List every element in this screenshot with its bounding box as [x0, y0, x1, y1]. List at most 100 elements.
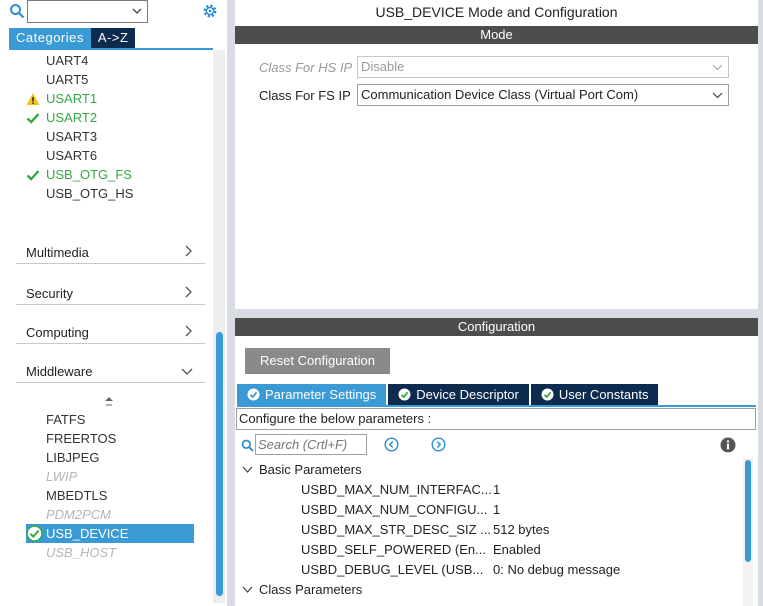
chevron-down-icon [712, 92, 723, 99]
check-circle-icon [26, 525, 43, 542]
peripheral-label: USART2 [46, 110, 98, 125]
parameter-scroll-thumb[interactable] [745, 460, 751, 562]
middleware-label: MBEDTLS [46, 488, 108, 503]
section-label: Security [26, 286, 73, 301]
check-circle-icon [247, 388, 260, 401]
mode-header: Mode [235, 26, 758, 44]
search-next-icon[interactable] [431, 437, 446, 452]
fs-class-row: Class For FS IP Communication Device Cla… [235, 84, 758, 107]
chevron-right-icon [185, 286, 192, 298]
reset-configuration-button[interactable]: Reset Configuration [245, 348, 390, 374]
middleware-label: PDM2PCM [46, 507, 112, 522]
middleware-item[interactable]: LWIP [26, 467, 194, 486]
tab-underline [237, 405, 756, 407]
middleware-label: FREERTOS [46, 431, 117, 446]
parameter-name: USBD_MAX_STR_DESC_SIZ ... [301, 522, 491, 537]
check-circle-icon [541, 388, 554, 401]
category-view-tabs: Categories A->Z [9, 28, 136, 48]
peripheral-item[interactable]: USART1 [26, 89, 133, 108]
parameter-name: USBD_MAX_NUM_INTERFAC... [301, 482, 491, 497]
group-class-parameters[interactable]: Class Parameters [235, 580, 740, 600]
parameter-value[interactable]: 1 [493, 500, 500, 520]
hs-class-label: Class For HS IP [259, 60, 353, 75]
middleware-label: LIBJPEG [46, 450, 100, 465]
hs-class-value: Disable [361, 59, 405, 74]
chevron-down-icon [712, 64, 723, 71]
peripheral-item[interactable]: USART3 [26, 127, 133, 146]
group-basic-parameters[interactable]: Basic Parameters [235, 460, 740, 480]
peripheral-search-combo[interactable] [27, 0, 148, 23]
section-label: Middleware [26, 364, 93, 379]
parameter-value[interactable]: 1 [493, 480, 500, 500]
tab-categories[interactable]: Categories [9, 28, 91, 48]
peripheral-item[interactable]: USB_OTG_HS [26, 184, 133, 203]
middleware-label: FATFS [46, 412, 86, 427]
search-previous-icon[interactable] [384, 437, 399, 452]
gear-icon[interactable] [201, 2, 219, 20]
peripheral-label: USART3 [46, 129, 98, 144]
chevron-down-icon[interactable] [131, 5, 143, 17]
check-icon [26, 113, 40, 124]
middleware-item[interactable]: USB_DEVICE [26, 524, 194, 543]
parameter-name: USBD_DEBUG_LEVEL (USB... [301, 562, 484, 577]
section-label: Multimedia [26, 245, 89, 260]
section-multimedia[interactable]: Multimedia [16, 226, 205, 264]
parameter-row[interactable]: USBD_MAX_STR_DESC_SIZ ... 512 bytes [235, 520, 740, 540]
fs-class-select[interactable]: Communication Device Class (Virtual Port… [357, 84, 729, 106]
section-computing[interactable]: Computing [16, 306, 205, 344]
section-middleware[interactable]: Middleware [16, 345, 205, 383]
parameter-row[interactable]: USBD_MAX_NUM_INTERFAC... 1 [235, 480, 740, 500]
hs-class-select[interactable]: Disable [357, 56, 729, 78]
middleware-item[interactable]: FATFS [26, 410, 194, 429]
middleware-item[interactable]: LIBJPEG [26, 448, 194, 467]
chevron-down-icon [242, 586, 253, 593]
peripheral-label: USART6 [46, 148, 98, 163]
parameter-row[interactable]: USBD_DEBUG_LEVEL (USB... 0: No debug mess… [235, 560, 740, 580]
warning-icon [26, 93, 40, 105]
parameter-name: USBD_SELF_POWERED (En... [301, 542, 486, 557]
check-circle-icon [398, 388, 411, 401]
tab-label: Parameter Settings [265, 387, 377, 402]
chevron-down-icon [242, 466, 253, 473]
parameter-value[interactable]: 512 bytes [493, 520, 549, 540]
middleware-item[interactable]: USB_HOST [26, 543, 194, 562]
peripheral-item[interactable]: USB_OTG_FS [26, 165, 133, 184]
tab-a-z[interactable]: A->Z [90, 28, 136, 48]
tab-parameter-settings[interactable]: Parameter Settings [237, 384, 387, 405]
parameter-search-input[interactable] [255, 434, 367, 455]
info-icon[interactable] [720, 437, 736, 453]
configuration-tabs: Parameter Settings Device Descriptor Use… [237, 384, 660, 405]
group-label: Basic Parameters [259, 462, 362, 477]
parameter-name: USBD_MAX_NUM_CONFIGU... [301, 502, 488, 517]
tab-user-constants[interactable]: User Constants [530, 384, 659, 405]
tab-label: Device Descriptor [416, 387, 519, 402]
peripheral-label: UART5 [46, 72, 89, 87]
peripheral-list: UART4 UART5 USART1 USART2 USART3 USART6 USB_OT… [26, 51, 133, 203]
middleware-item[interactable]: MBEDTLS [26, 486, 194, 505]
peripheral-item[interactable]: UART4 [26, 51, 133, 70]
tab-device-descriptor[interactable]: Device Descriptor [388, 384, 529, 405]
peripheral-item[interactable]: USART6 [26, 146, 133, 165]
sort-icon[interactable] [104, 396, 114, 408]
fs-class-label: Class For FS IP [259, 88, 351, 103]
middleware-list: FATFS FREERTOS LIBJPEG LWIP MBEDTLS PDM2PCM US… [26, 410, 194, 562]
parameter-row[interactable]: USBD_SELF_POWERED (En... Enabled [235, 540, 740, 560]
check-icon [26, 170, 40, 181]
middleware-item[interactable]: FREERTOS [26, 429, 194, 448]
peripheral-label: USB_OTG_FS [46, 167, 132, 182]
mode-panel: USB_DEVICE Mode and Configuration Mode C… [235, 0, 758, 309]
middleware-item[interactable]: PDM2PCM [26, 505, 194, 524]
peripheral-item[interactable]: USART2 [26, 108, 133, 127]
hs-class-row: Class For HS IP Disable [235, 56, 758, 79]
peripheral-item[interactable]: UART5 [26, 70, 133, 89]
categories-panel: Categories A->Z UART4 UART5 USART1 USART2 US… [0, 0, 227, 606]
stm32cubemx-window: Categories A->Z UART4 UART5 USART1 USART2 US… [0, 0, 763, 606]
middleware-label: USB_HOST [46, 545, 117, 560]
peripheral-label: USB_OTG_HS [46, 186, 134, 201]
parameter-value[interactable]: Enabled [493, 540, 541, 560]
parameter-value[interactable]: 0: No debug message [493, 560, 620, 580]
section-security[interactable]: Security [16, 267, 205, 305]
parameter-row[interactable]: USBD_MAX_NUM_CONFIGU... 1 [235, 500, 740, 520]
categories-scroll-thumb[interactable] [216, 332, 223, 596]
search-icon[interactable] [9, 3, 25, 19]
